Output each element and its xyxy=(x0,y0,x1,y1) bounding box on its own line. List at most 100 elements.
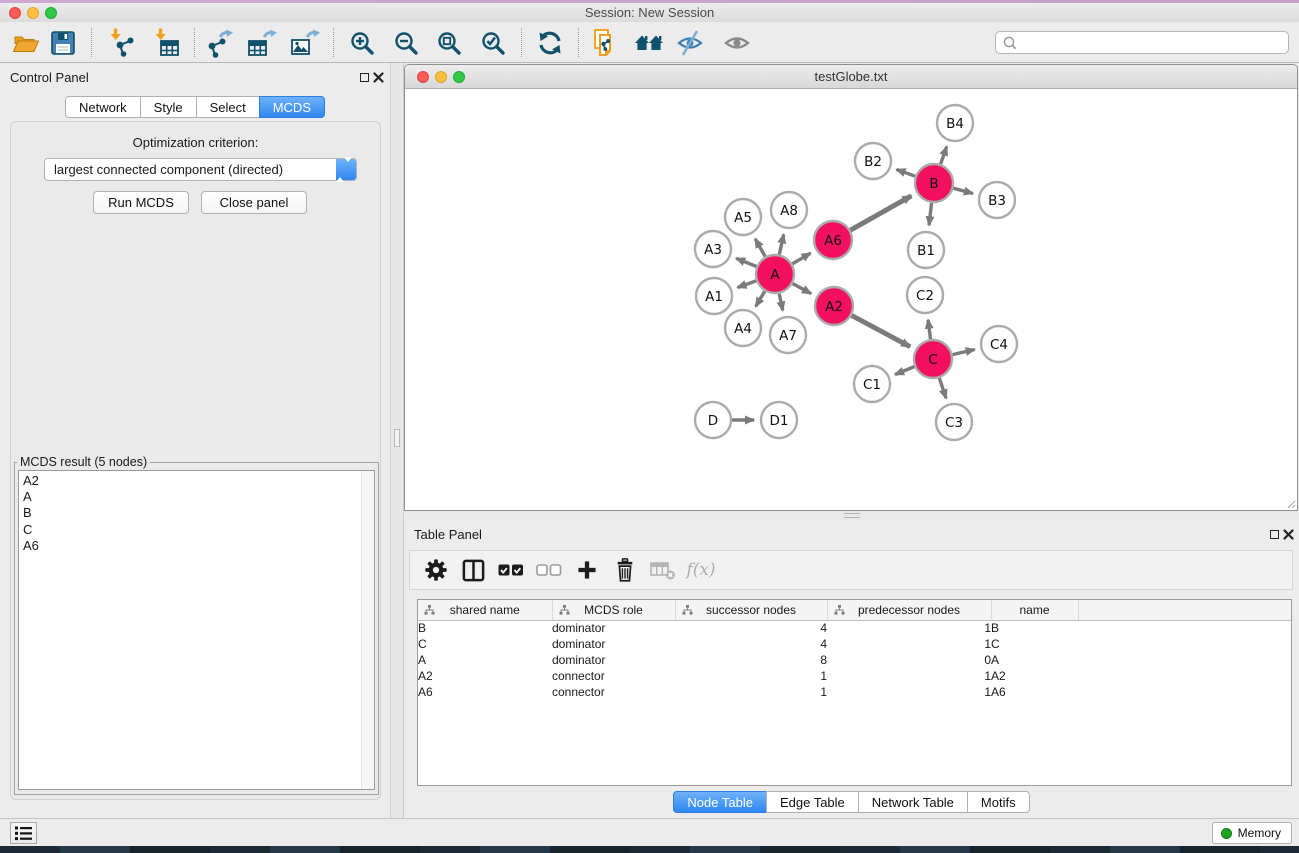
network-graph: B4B2BB3B1A5A8A6A3AA1A2C2A4A7C4CC1C3DD1 xyxy=(405,89,1297,509)
select-all-icon[interactable] xyxy=(496,555,526,585)
network-canvas[interactable]: B4B2BB3B1A5A8A6A3AA1A2C2A4A7C4CC1C3DD1 xyxy=(405,89,1297,510)
graph-edge-A-A7[interactable] xyxy=(779,294,783,311)
network-zoom-button[interactable] xyxy=(453,71,465,83)
graph-edge-C-C3[interactable] xyxy=(939,378,946,398)
graph-node-label: A7 xyxy=(779,328,797,344)
optimization-criterion-select[interactable]: largest connected component (directed) xyxy=(44,158,357,181)
graph-edge-C-C4[interactable] xyxy=(953,350,975,355)
add-icon[interactable] xyxy=(572,555,602,585)
result-item[interactable]: C xyxy=(23,522,374,538)
tab-network-table[interactable]: Network Table xyxy=(858,791,968,813)
task-history-button[interactable] xyxy=(10,822,37,844)
graph-edge-C-C1[interactable] xyxy=(895,367,914,375)
zoom-out-icon[interactable] xyxy=(390,27,422,59)
graph-edge-B-B2[interactable] xyxy=(897,170,916,177)
divider-grip[interactable] xyxy=(844,513,860,518)
desktop-edge xyxy=(0,846,1299,853)
table-row[interactable]: Bdominator41B xyxy=(418,620,1292,636)
save-icon[interactable] xyxy=(47,27,79,59)
graph-edge-B-B4[interactable] xyxy=(941,147,947,165)
tab-edge-table[interactable]: Edge Table xyxy=(766,791,859,813)
refresh-icon[interactable] xyxy=(534,27,566,59)
tab-node-table[interactable]: Node Table xyxy=(673,791,767,813)
close-panel-button[interactable]: Close panel xyxy=(201,191,307,214)
graph-edge-A-A1[interactable] xyxy=(738,281,757,288)
graph-edge-B-B1[interactable] xyxy=(929,203,932,225)
result-item[interactable]: A2 xyxy=(23,473,374,489)
export-table-icon[interactable] xyxy=(246,27,278,59)
graph-edge-A-A6[interactable] xyxy=(792,253,810,264)
search-input[interactable] xyxy=(1022,33,1288,52)
horizontal-split-divider[interactable] xyxy=(404,511,1299,520)
column-header-mcds-role[interactable]: MCDS role xyxy=(552,600,675,620)
graph-edge-A-A3[interactable] xyxy=(736,258,756,266)
show-graphics-details-icon[interactable] xyxy=(721,27,753,59)
status-bar: Memory xyxy=(0,818,1299,846)
memory-button[interactable]: Memory xyxy=(1212,822,1292,844)
close-panel-icon[interactable] xyxy=(373,72,384,83)
table-row[interactable]: A6connector11A6 xyxy=(418,684,1292,700)
column-header-shared-name[interactable]: shared name xyxy=(418,600,552,620)
tab-mcds[interactable]: MCDS xyxy=(259,96,325,118)
column-header-name[interactable]: name xyxy=(991,600,1078,620)
shared-column-icon xyxy=(682,605,693,615)
import-network-icon[interactable] xyxy=(105,27,137,59)
run-mcds-button[interactable]: Run MCDS xyxy=(93,191,189,214)
settings-gear-icon[interactable] xyxy=(421,555,451,585)
table-row[interactable]: Adominator80A xyxy=(418,652,1292,668)
scrollbar[interactable] xyxy=(361,471,374,789)
table-row[interactable]: A2connector11A2 xyxy=(418,668,1292,684)
tab-motifs[interactable]: Motifs xyxy=(967,791,1030,813)
graph-edge-A-A4[interactable] xyxy=(756,291,765,306)
float-panel-icon[interactable] xyxy=(1270,530,1279,539)
memory-status-icon xyxy=(1221,828,1232,839)
zoom-fit-icon[interactable] xyxy=(433,27,465,59)
tab-network[interactable]: Network xyxy=(65,96,141,118)
zoom-in-icon[interactable] xyxy=(346,27,378,59)
column-header-successor-nodes[interactable]: successor nodes xyxy=(675,600,827,620)
graph-edge-A6-B[interactable] xyxy=(850,196,911,230)
minimize-window-button[interactable] xyxy=(27,7,39,19)
tab-style[interactable]: Style xyxy=(140,96,197,118)
result-item[interactable]: A6 xyxy=(23,538,374,554)
graph-edge-A-A5[interactable] xyxy=(755,239,765,257)
new-session-icon[interactable] xyxy=(590,27,622,59)
graph-node-label: C2 xyxy=(916,288,934,304)
divider-grip[interactable] xyxy=(394,429,400,447)
network-minimize-button[interactable] xyxy=(435,71,447,83)
export-image-icon[interactable] xyxy=(289,27,321,59)
result-item[interactable]: B xyxy=(23,505,374,521)
show-columns-icon[interactable] xyxy=(458,555,488,585)
delete-table-icon[interactable] xyxy=(648,555,678,585)
network-close-button[interactable] xyxy=(417,71,429,83)
column-header-predecessor-nodes[interactable]: predecessor nodes xyxy=(827,600,991,620)
zoom-window-button[interactable] xyxy=(45,7,57,19)
home-icon[interactable] xyxy=(633,27,665,59)
close-panel-icon[interactable] xyxy=(1283,529,1294,540)
resize-grip-icon[interactable] xyxy=(1284,497,1296,509)
graph-edge-C-C2[interactable] xyxy=(928,320,930,339)
function-builder-icon[interactable]: f(x) xyxy=(686,555,716,585)
table-row[interactable]: Cdominator41C xyxy=(418,636,1292,652)
vertical-split-divider[interactable] xyxy=(390,63,404,818)
graph-edge-A2-C[interactable] xyxy=(852,315,911,346)
memory-label: Memory xyxy=(1238,826,1281,840)
tab-select[interactable]: Select xyxy=(196,96,260,118)
open-folder-icon[interactable] xyxy=(10,27,42,59)
zoom-selected-icon[interactable] xyxy=(477,27,509,59)
float-panel-icon[interactable] xyxy=(360,73,369,82)
graph-edge-A-A2[interactable] xyxy=(793,284,812,294)
import-table-icon[interactable] xyxy=(150,27,182,59)
mcds-result-list[interactable]: A2ABCA6 xyxy=(18,470,375,790)
export-network-icon[interactable] xyxy=(203,27,235,59)
graph-edge-B-B3[interactable] xyxy=(953,188,973,193)
graph-node-label: B3 xyxy=(988,193,1006,209)
graph-edge-A-A8[interactable] xyxy=(779,234,783,254)
deselect-all-icon[interactable] xyxy=(534,555,564,585)
graph-node-label: B4 xyxy=(946,116,964,132)
result-item[interactable]: A xyxy=(23,489,374,505)
close-window-button[interactable] xyxy=(9,7,21,19)
hide-graphics-details-icon[interactable] xyxy=(674,27,706,59)
search-field xyxy=(995,31,1289,54)
delete-icon[interactable] xyxy=(610,555,640,585)
